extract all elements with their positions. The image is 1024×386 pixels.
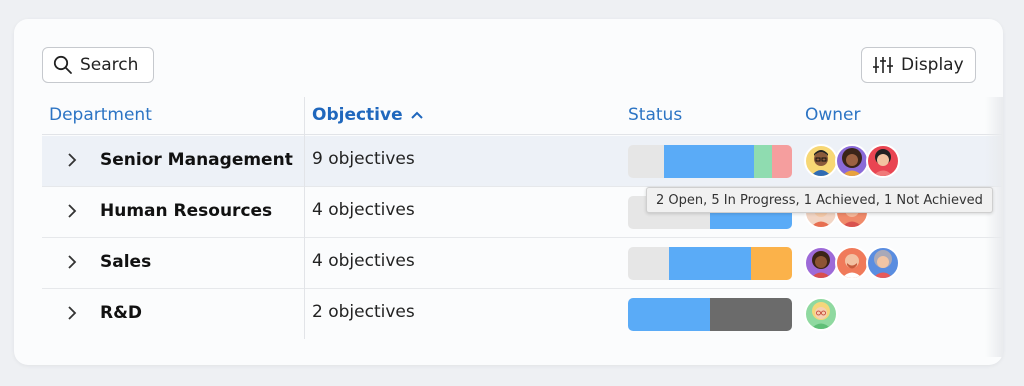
avatar[interactable]: [804, 144, 838, 178]
avatar[interactable]: [866, 246, 900, 280]
search-button[interactable]: Search: [42, 47, 154, 83]
objective-count: 9 objectives: [312, 149, 415, 169]
chevron-right-icon[interactable]: [66, 254, 78, 270]
status-segment-achieved: [754, 145, 773, 178]
objective-count: 4 objectives: [312, 200, 415, 220]
owner-avatars: [804, 246, 900, 280]
department-name: Senior Management: [100, 150, 293, 170]
status-tooltip: 2 Open, 5 In Progress, 1 Achieved, 1 Not…: [646, 187, 993, 213]
status-segment-other: [751, 247, 792, 280]
owner-avatars: [804, 144, 900, 178]
owner-avatars: [804, 297, 838, 331]
chevron-up-icon: [410, 111, 423, 119]
department-name: Sales: [100, 252, 152, 272]
column-header-status[interactable]: Status: [628, 105, 682, 125]
chevron-right-icon[interactable]: [66, 305, 78, 321]
avatar[interactable]: [835, 246, 869, 280]
avatar[interactable]: [804, 297, 838, 331]
objective-count: 2 objectives: [312, 302, 415, 322]
status-segment-open: [628, 247, 669, 280]
status-segment-not-achieved: [772, 145, 792, 178]
display-button[interactable]: Display: [861, 47, 976, 83]
table-row[interactable]: Senior Management 9 objectives: [42, 136, 1002, 187]
chevron-right-icon[interactable]: [66, 152, 78, 168]
search-button-label: Search: [80, 55, 139, 75]
status-segment-open: [628, 145, 665, 178]
avatar[interactable]: [804, 246, 838, 280]
table-header: Department Objective Status Owner: [42, 97, 1002, 135]
table-row[interactable]: Sales 4 objectives: [42, 238, 1002, 289]
status-bar[interactable]: [628, 247, 792, 280]
column-header-owner[interactable]: Owner: [805, 105, 861, 125]
column-header-department[interactable]: Department: [49, 105, 152, 125]
status-segment-in-progress: [669, 247, 751, 280]
status-segment-in-progress: [628, 298, 710, 331]
sliders-icon: [873, 57, 893, 73]
scroll-fade: [985, 97, 1003, 357]
objective-count: 4 objectives: [312, 251, 415, 271]
avatar[interactable]: [866, 144, 900, 178]
status-segment-in-progress: [664, 145, 755, 178]
column-divider: [304, 97, 305, 339]
chevron-right-icon[interactable]: [66, 203, 78, 219]
column-header-objective-label: Objective: [312, 105, 403, 125]
department-name: Human Resources: [100, 201, 273, 221]
table-row[interactable]: R&D 2 objectives: [42, 289, 1002, 340]
avatar[interactable]: [835, 144, 869, 178]
display-button-label: Display: [901, 55, 964, 75]
department-name: R&D: [100, 303, 143, 323]
status-segment-other: [710, 298, 792, 331]
column-header-objective[interactable]: Objective: [312, 105, 425, 125]
status-bar[interactable]: [628, 145, 792, 178]
status-bar[interactable]: [628, 298, 792, 331]
search-icon: [53, 55, 72, 74]
